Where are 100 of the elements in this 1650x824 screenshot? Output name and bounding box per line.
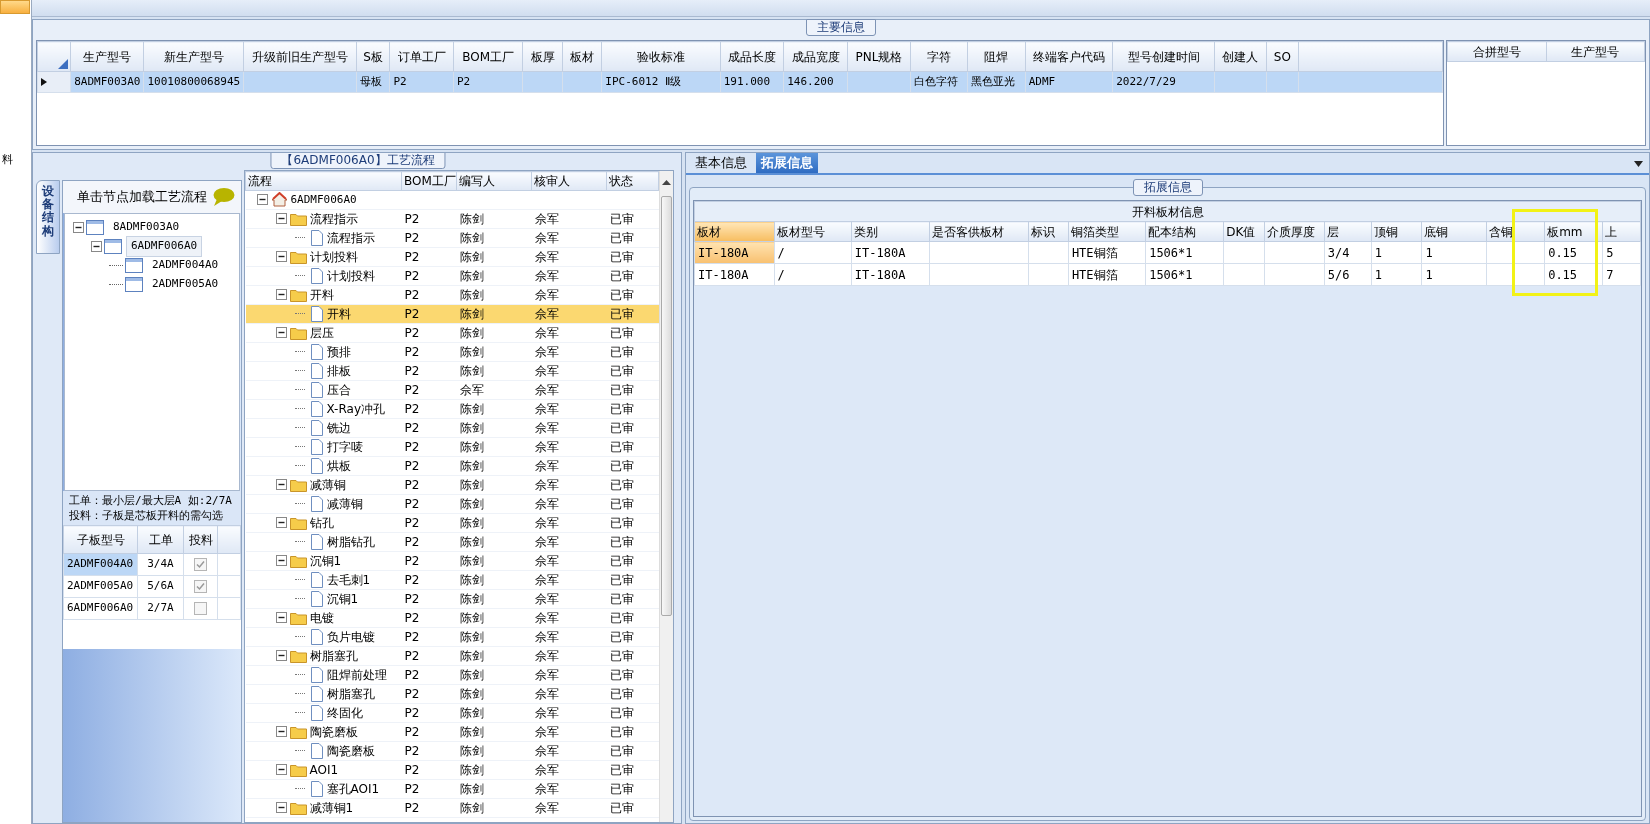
tree-item[interactable]: 钻孔 bbox=[309, 513, 334, 532]
tree-item[interactable]: 沉铜1 bbox=[309, 551, 342, 570]
collapse-icon[interactable] bbox=[275, 517, 287, 529]
column-header[interactable]: 投料 bbox=[183, 525, 218, 554]
table-row[interactable]: 8ADMF003A0 10010800068945 母板 P2 P2 IPC-6012 Ⅱ级 191.000 146.200 白色字符 黑色亚光 ADMF 2022/7/29 bbox=[37, 71, 1443, 93]
table-cell: 佘军 bbox=[531, 399, 607, 419]
tree-item[interactable]: 开料 bbox=[309, 285, 334, 304]
tree-item[interactable]: 阻焊前处理 bbox=[326, 665, 387, 684]
collapse-icon[interactable] bbox=[256, 194, 268, 206]
column-header[interactable]: 工单 bbox=[137, 525, 184, 554]
column-header[interactable]: BOM工厂 bbox=[453, 41, 523, 72]
tab[interactable]: 基本信息 bbox=[690, 153, 752, 173]
column-header[interactable]: 核审人 bbox=[531, 171, 607, 191]
column-header[interactable]: 成品长度 bbox=[720, 41, 784, 72]
tree-item[interactable]: 塞孔AOI1 bbox=[326, 779, 380, 798]
tree-item[interactable]: 2ADMF004A0 bbox=[147, 255, 224, 276]
collapse-icon[interactable] bbox=[275, 650, 287, 662]
tree-item[interactable]: 开料 bbox=[326, 304, 351, 323]
tree-item[interactable]: 2ADMF005A0 bbox=[147, 274, 224, 295]
column-header[interactable]: 子板型号 bbox=[63, 525, 138, 554]
collapse-icon[interactable] bbox=[275, 555, 287, 567]
column-header[interactable]: BOM工厂 bbox=[401, 171, 457, 191]
column-header[interactable]: 验收标准 bbox=[601, 41, 721, 72]
tree-item[interactable]: 6ADMF006A0 bbox=[126, 236, 203, 257]
tree-item[interactable]: 打字唛 bbox=[326, 437, 363, 456]
collapse-icon[interactable] bbox=[275, 726, 287, 738]
tree-item[interactable]: 树脂塞孔 bbox=[326, 684, 375, 703]
column-header[interactable]: 订单工厂 bbox=[389, 41, 454, 72]
tree-item[interactable]: 去毛刺1 bbox=[326, 570, 371, 589]
tree-item[interactable]: 减薄铜1 bbox=[309, 798, 354, 817]
folder-icon bbox=[289, 610, 307, 625]
column-header[interactable]: 板厚 bbox=[522, 41, 563, 72]
column-header[interactable]: 阻焊 bbox=[967, 41, 1026, 72]
collapse-icon[interactable] bbox=[275, 764, 287, 776]
column-header[interactable]: PNL规格 bbox=[847, 41, 911, 72]
column-header[interactable]: S板 bbox=[356, 41, 390, 72]
tree-item[interactable]: 流程指示 bbox=[326, 228, 375, 247]
tree-item[interactable]: 计划投料 bbox=[309, 247, 358, 266]
column-header[interactable]: 生产型号 bbox=[1546, 41, 1645, 62]
table-cell: 佘军 bbox=[531, 703, 607, 723]
column-header[interactable]: 生产型号 bbox=[70, 41, 144, 72]
tree-item[interactable]: 预排 bbox=[326, 342, 351, 361]
collapse-icon[interactable] bbox=[275, 213, 287, 225]
dropdown-icon[interactable] bbox=[1634, 161, 1643, 167]
tree-item[interactable]: 6ADMF006A0 bbox=[290, 191, 357, 209]
tree-item[interactable]: 流程指示 bbox=[309, 209, 358, 228]
column-header[interactable]: 型号创建时间 bbox=[1112, 41, 1215, 72]
column-header[interactable]: 合拼型号 bbox=[1447, 41, 1546, 62]
tree-item[interactable]: 陶瓷磨板 bbox=[309, 722, 358, 741]
table-cell: 陈剑 bbox=[456, 608, 532, 628]
side-label: 料 bbox=[2, 152, 13, 168]
tree-item[interactable]: 排板 bbox=[326, 361, 351, 380]
checkbox[interactable] bbox=[194, 601, 207, 615]
column-header[interactable]: 编写人 bbox=[456, 171, 532, 191]
tree-item[interactable]: 电镀 bbox=[309, 608, 334, 627]
tree-item[interactable]: 铣边 bbox=[326, 418, 351, 437]
tree-item[interactable]: 树脂钻孔 bbox=[326, 532, 375, 551]
checkbox[interactable] bbox=[194, 557, 207, 571]
column-header[interactable]: 新生产型号 bbox=[143, 41, 244, 72]
column-header[interactable]: 创建人 bbox=[1214, 41, 1267, 72]
table-cell: 已审 bbox=[606, 361, 659, 381]
column-header[interactable]: SO bbox=[1266, 41, 1299, 72]
tree-item[interactable]: 层压 bbox=[309, 323, 334, 342]
tree-item[interactable]: 计划投料 bbox=[326, 266, 375, 285]
column-header[interactable]: 流程 bbox=[245, 171, 402, 191]
collapse-icon[interactable] bbox=[275, 289, 287, 301]
collapse-icon[interactable] bbox=[73, 222, 84, 233]
collapse-icon[interactable] bbox=[275, 327, 287, 339]
tree-item[interactable]: 8ADMF003A0 bbox=[108, 217, 185, 238]
collapse-icon[interactable] bbox=[275, 479, 287, 491]
column-header[interactable]: 板材 bbox=[694, 221, 775, 242]
column-header[interactable]: 字符 bbox=[910, 41, 968, 72]
tree-item[interactable]: 陶瓷磨板 bbox=[326, 741, 375, 760]
tree-item[interactable]: 负片电镀 bbox=[326, 627, 375, 646]
column-header[interactable]: 终端客户代码 bbox=[1025, 41, 1113, 72]
tree-item[interactable]: 沉铜1 bbox=[326, 589, 359, 608]
corner-icon[interactable] bbox=[58, 58, 69, 69]
column-header[interactable]: 状态 bbox=[606, 171, 659, 191]
tree-item[interactable]: 烘板 bbox=[326, 456, 351, 475]
tree-item[interactable]: 终固化 bbox=[326, 703, 363, 722]
tree-item[interactable]: 树脂塞孔 bbox=[309, 646, 358, 665]
tree-item[interactable]: 压合 bbox=[326, 380, 351, 399]
scrollbar[interactable] bbox=[659, 171, 673, 822]
table-cell: 已审 bbox=[606, 494, 659, 514]
tree-item[interactable]: 减薄铜 bbox=[309, 475, 346, 494]
column-header[interactable]: 成品宽度 bbox=[783, 41, 848, 72]
checkbox[interactable] bbox=[194, 579, 207, 593]
collapse-icon[interactable] bbox=[275, 251, 287, 263]
column-header[interactable]: 板材 bbox=[562, 41, 602, 72]
collapse-icon[interactable] bbox=[91, 241, 102, 252]
vertical-tab[interactable]: 设备结构 bbox=[36, 180, 60, 254]
table-cell: 佘军 bbox=[531, 608, 607, 628]
collapse-icon[interactable] bbox=[275, 802, 287, 814]
note-text: 投料：子板是芯板开料的需勾选 bbox=[69, 508, 224, 523]
tree-item[interactable]: AOI1 bbox=[309, 760, 339, 779]
collapse-icon[interactable] bbox=[275, 612, 287, 624]
tab[interactable]: 拓展信息 bbox=[756, 153, 818, 173]
tree-item[interactable]: X-Ray冲孔 bbox=[326, 399, 385, 418]
column-header[interactable]: 升级前旧生产型号 bbox=[243, 41, 357, 72]
tree-item[interactable]: 减薄铜 bbox=[326, 494, 363, 513]
